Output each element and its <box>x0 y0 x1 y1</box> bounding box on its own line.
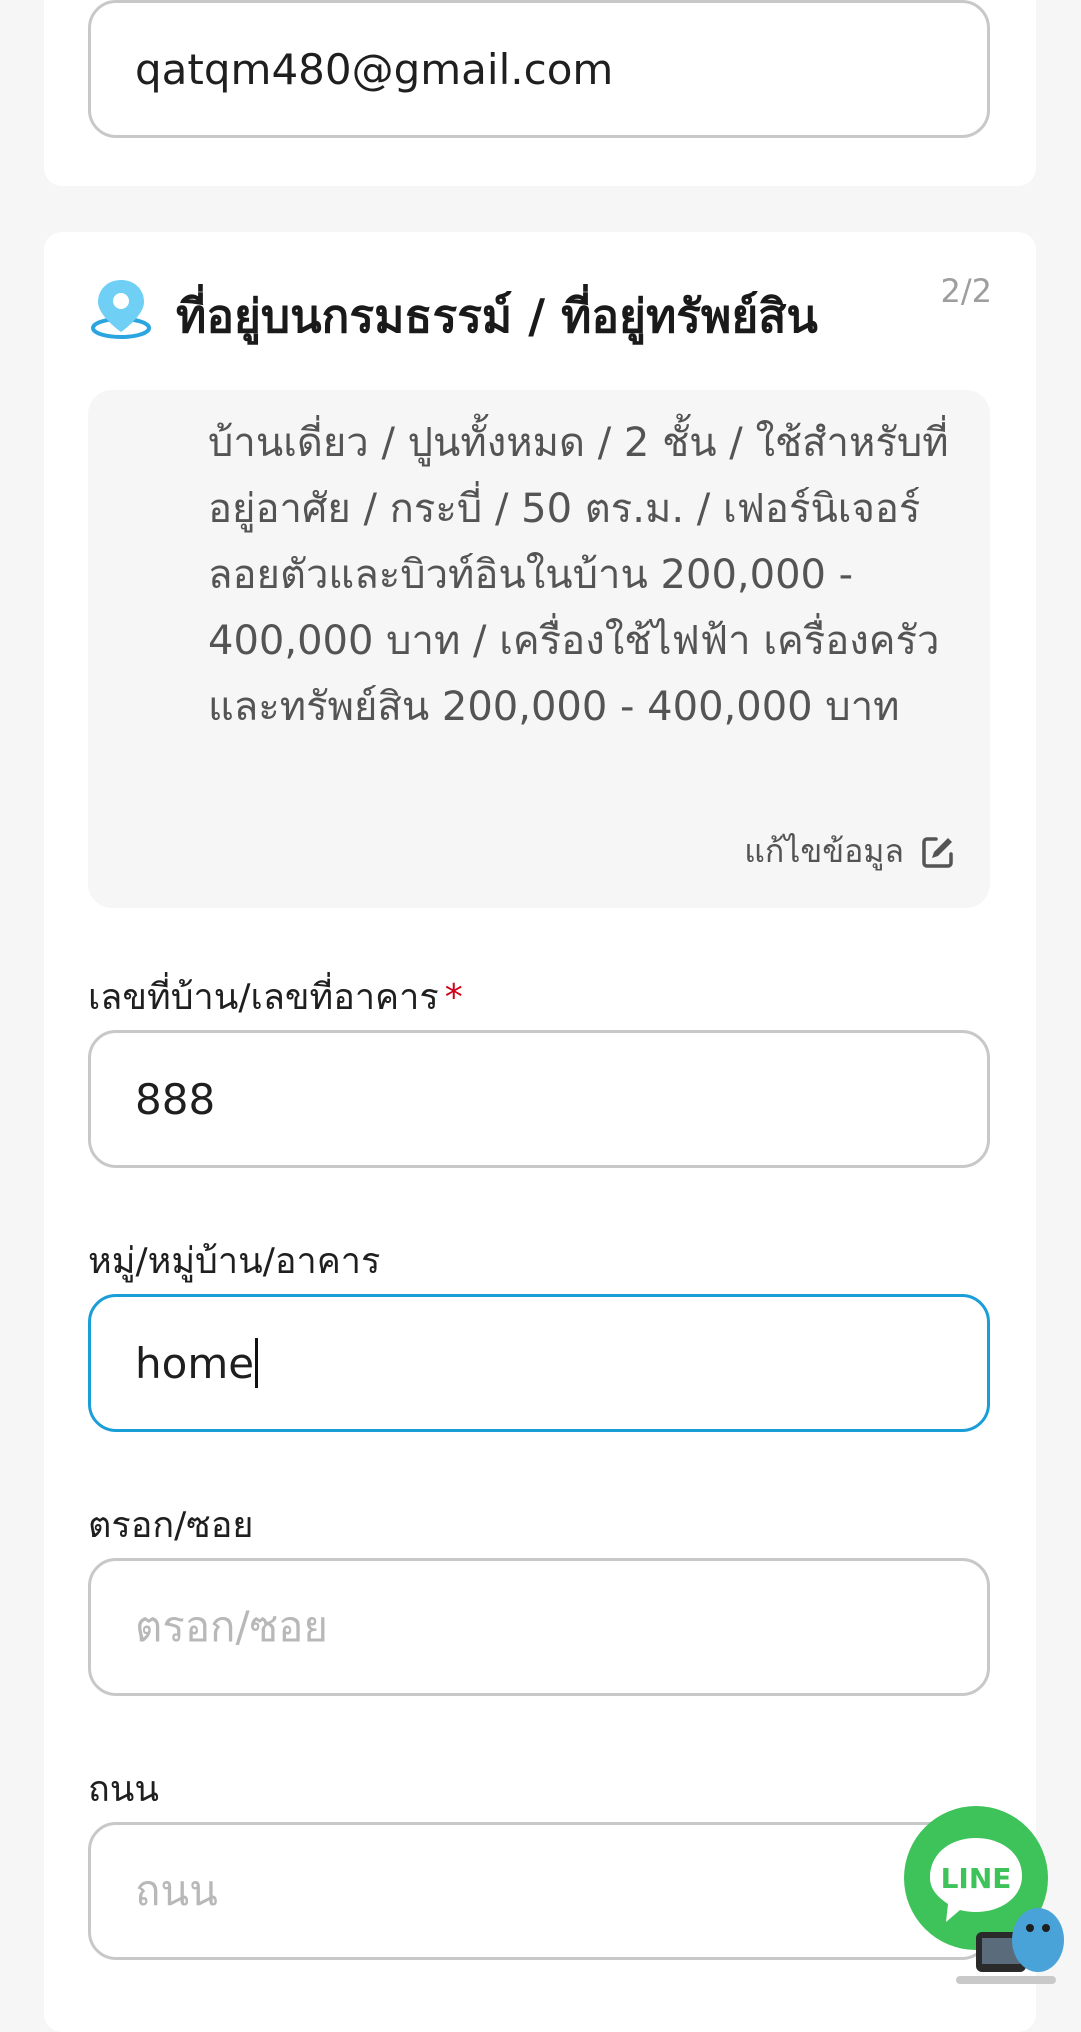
property-summary-box: บ้านเดี่ยว / ปูนทั้งหมด / 2 ชั้น / ใช้สำ… <box>88 390 990 908</box>
text-caret <box>255 1338 259 1388</box>
house-no-label: เลขที่บ้าน/เลขที่อาคาร * <box>88 977 463 1018</box>
page-indicator: 2/2 <box>940 272 993 310</box>
location-pin-icon <box>91 280 151 339</box>
house-no-field[interactable]: 888 <box>88 1030 990 1168</box>
road-field[interactable]: ถนน <box>88 1822 990 1960</box>
email-field[interactable]: qatqm480@gmail.com <box>88 0 990 138</box>
edit-info-button[interactable]: แก้ไขข้อมูล <box>744 826 956 877</box>
alley-label: ตรอก/ซอย <box>88 1505 254 1546</box>
line-chat-icon: LINE <box>904 1806 1064 1984</box>
road-placeholder: ถนน <box>135 1866 218 1915</box>
line-label: LINE <box>941 1862 1012 1895</box>
section-title: ที่อยู่บนกรมธรรม์ / ที่อยู่ทรัพย์สิน <box>176 289 818 343</box>
required-mark: * <box>444 977 463 1018</box>
email-value: qatqm480@gmail.com <box>135 44 614 94</box>
house-no-value: 888 <box>135 1074 216 1124</box>
alley-placeholder: ตรอก/ซอย <box>135 1602 328 1651</box>
contact-card: qatqm480@gmail.com <box>44 0 1036 186</box>
alley-field[interactable]: ตรอก/ซอย <box>88 1558 990 1696</box>
road-label: ถนน <box>88 1769 160 1810</box>
village-value: home <box>135 1338 255 1388</box>
village-field[interactable]: home <box>88 1294 990 1432</box>
property-address-card: ที่อยู่บนกรมธรรม์ / ที่อยู่ทรัพย์สิน 2/2… <box>44 232 1036 2032</box>
village-label: หมู่/หมู่บ้าน/อาคาร <box>88 1241 381 1282</box>
edit-info-label: แก้ไขข้อมูล <box>744 832 904 870</box>
line-chat-button[interactable]: LINE <box>900 1800 1070 1990</box>
property-summary-text: บ้านเดี่ยว / ปูนทั้งหมด / 2 ชั้น / ใช้สำ… <box>208 420 949 730</box>
edit-icon <box>922 836 953 868</box>
